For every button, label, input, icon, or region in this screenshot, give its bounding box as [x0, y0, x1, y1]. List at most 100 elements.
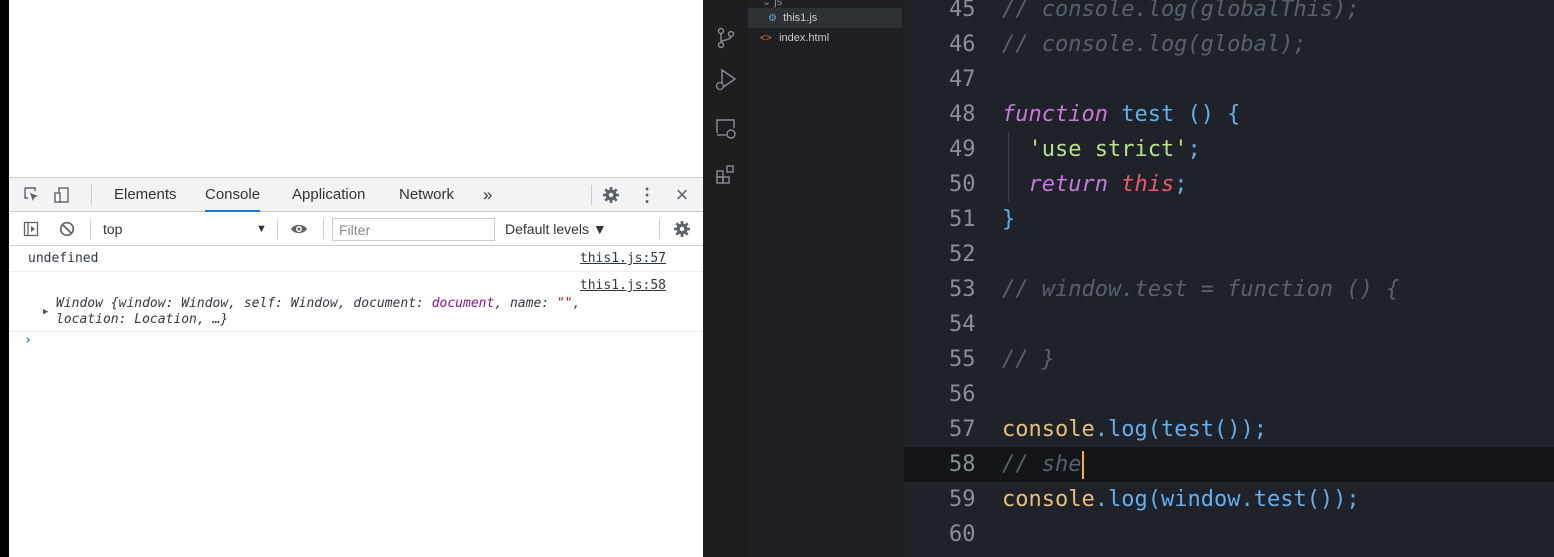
code-text: console.log(window.test());	[1002, 482, 1360, 517]
code-token: // }	[1002, 347, 1055, 372]
tab-network[interactable]: Network	[399, 178, 454, 212]
code-token: // console.log(globalThis);	[1002, 0, 1360, 22]
code-line[interactable]: 46 // console.log(global);	[904, 27, 1554, 62]
line-number: 56	[949, 382, 976, 407]
code-token: log	[1107, 417, 1148, 442]
code-token: .	[1094, 417, 1108, 442]
code-token: .	[1094, 487, 1108, 512]
expand-triangle-icon[interactable]: ▶	[43, 307, 48, 317]
file-explorer: ⌄ js ⚙ this1.js <> index.html	[748, 0, 904, 557]
close-icon[interactable]: ×	[672, 178, 692, 212]
code-token: 'use strict'	[1028, 137, 1188, 162]
code-text: // console.log(global);	[1002, 27, 1307, 62]
line-number: 46	[949, 32, 976, 57]
code-line[interactable]: 45 // console.log(globalThis);	[904, 0, 1554, 27]
object-preview-text: ,	[572, 296, 581, 311]
console-message: undefined this1.js:57	[9, 247, 703, 272]
code-token: (	[1147, 417, 1161, 442]
sidebar-toggle-icon[interactable]	[21, 212, 41, 246]
console-prompt[interactable]: ›	[24, 333, 32, 348]
code-text: 'use strict';	[1002, 132, 1201, 167]
code-token: ());	[1213, 417, 1267, 442]
tree-item-index-html[interactable]: <> index.html	[748, 28, 904, 48]
code-line[interactable]: 55 // }	[904, 342, 1554, 377]
code-token: () {	[1174, 102, 1241, 127]
code-editor[interactable]: 45 // console.log(globalThis); 46 // consol…	[904, 0, 1554, 557]
indent-guide	[1008, 132, 1009, 202]
tab-application[interactable]: Application	[292, 178, 365, 212]
object-preview-text: Window {window: Window, self: Window, do…	[56, 296, 432, 311]
code-token: }	[1002, 207, 1016, 232]
code-token: test	[1253, 487, 1307, 512]
device-toolbar-icon[interactable]	[51, 178, 73, 212]
object-preview-document: document	[431, 296, 495, 311]
divider	[277, 219, 278, 239]
chevron-down-icon[interactable]: ▼	[256, 212, 267, 246]
tab-console[interactable]: Console	[205, 178, 261, 212]
source-link[interactable]: this1.js:58	[580, 278, 666, 293]
log-value: undefined	[28, 251, 99, 266]
line-number: 50	[949, 172, 976, 197]
object-preview[interactable]: Window {window: Window, self: Window, do…	[56, 296, 580, 311]
inspect-element-icon[interactable]	[21, 178, 43, 212]
source-link[interactable]: this1.js:57	[580, 251, 666, 266]
code-line[interactable]: 52	[904, 237, 1554, 272]
code-line[interactable]: 56	[904, 377, 1554, 412]
code-line[interactable]: 59 console.log(window.test());	[904, 482, 1554, 517]
source-control-icon[interactable]	[703, 26, 748, 50]
code-token: console	[1002, 487, 1095, 512]
console-settings-gear-icon[interactable]	[671, 212, 693, 246]
code-token: test	[1160, 417, 1214, 442]
gear-file-icon: ⚙	[768, 13, 777, 24]
line-number: 58	[949, 452, 976, 477]
log-levels-dropdown[interactable]: Default levels ▼	[505, 212, 607, 246]
code-line[interactable]: 51}	[904, 202, 1554, 237]
code-token: ;	[1187, 137, 1201, 162]
code-text: console.log(test());	[1002, 412, 1267, 447]
divider	[91, 185, 92, 205]
tree-item-label: index.html	[779, 32, 830, 44]
window-edge	[0, 0, 9, 557]
line-number: 54	[949, 312, 976, 337]
code-line[interactable]: 47	[904, 62, 1554, 97]
code-line[interactable]: 54	[904, 307, 1554, 342]
code-line[interactable]: 58 // she	[904, 447, 1554, 482]
code-token: this	[1121, 172, 1175, 197]
code-token: (	[1147, 487, 1161, 512]
object-preview-line2: location: Location, …}	[56, 312, 229, 327]
line-number: 52	[949, 242, 976, 267]
extensions-icon[interactable]	[703, 163, 748, 187]
more-tabs-button[interactable]: »	[483, 178, 492, 212]
line-number: 45	[949, 0, 976, 22]
line-number: 48	[949, 102, 976, 127]
filter-input[interactable]	[332, 218, 495, 241]
run-debug-icon[interactable]	[703, 67, 748, 93]
tree-item-label: this1.js	[783, 12, 818, 24]
remote-explorer-icon[interactable]	[703, 117, 748, 141]
code-text: // window.test = function () {	[1002, 272, 1399, 307]
execution-context-select[interactable]: top	[103, 212, 122, 246]
line-number: 57	[949, 417, 976, 442]
console-output: undefined this1.js:57 this1.js:58 ▶ Wind…	[9, 247, 703, 348]
kebab-menu-icon[interactable]: ⋮	[638, 178, 656, 212]
code-line[interactable]: 60	[904, 517, 1554, 552]
tab-elements[interactable]: Elements	[114, 178, 177, 212]
divider	[659, 219, 660, 239]
code-line[interactable]: 48 function test () {	[904, 97, 1554, 132]
settings-gear-icon[interactable]	[599, 178, 623, 212]
tree-item-this1-js[interactable]: ⚙ this1.js	[748, 8, 902, 28]
code-line[interactable]: 57 console.log(test());	[904, 412, 1554, 447]
code-line[interactable]: 53 // window.test = function () {	[904, 272, 1554, 307]
code-token: return	[1028, 172, 1108, 197]
eye-icon[interactable]	[288, 212, 310, 246]
code-line[interactable]: 50 return this;	[904, 167, 1554, 202]
code-line[interactable]: 49 'use strict';	[904, 132, 1554, 167]
clear-console-icon[interactable]	[57, 212, 77, 246]
code-token: // she	[1002, 452, 1082, 477]
code-token: ;	[1174, 172, 1188, 197]
code-text: // }	[1002, 342, 1055, 377]
line-number: 51	[949, 207, 976, 232]
